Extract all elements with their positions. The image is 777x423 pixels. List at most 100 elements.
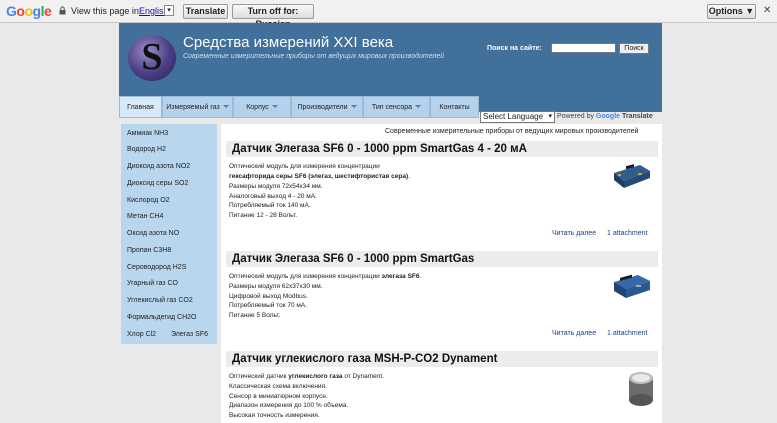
sidebar-item-h2s[interactable]: Сероводород H2S	[127, 264, 186, 271]
article-line-text: Оптический модуль для измерения концентр…	[229, 163, 380, 170]
article-line-text: Размеры модуля 72х54х34 мм.	[229, 183, 323, 190]
article-line-text: Оптический датчик	[229, 373, 289, 380]
article-line-text: Оптический модуль для измерения концентр…	[229, 273, 382, 280]
article-line-tail: .	[408, 173, 410, 180]
language-dropdown-icon[interactable]: ▾	[164, 5, 174, 16]
circuit-module-icon[interactable]	[612, 161, 652, 191]
main-nav: Главная Измеряемый газ Корпус Производит…	[119, 96, 479, 118]
article-line-text: Классическая схема включения.	[229, 383, 327, 390]
sidebar-item-co[interactable]: Угарный газ CO	[127, 280, 178, 287]
article-line-text: Аналоговый выход 4 - 20 мА.	[229, 193, 317, 200]
site-logo-letter: S	[141, 36, 163, 78]
article-title[interactable]: Датчик углекислого газа MSH-P-CO2 Dyname…	[226, 351, 658, 367]
article-line: Оптический модуль для измерения концентр…	[229, 273, 421, 280]
sidebar-item-sf6[interactable]: Элегаз SF6	[171, 331, 208, 338]
sidebar-item-ch2o[interactable]: Формальдегид CH2O	[127, 314, 196, 321]
attachment-link[interactable]: 1 attachment	[607, 230, 647, 237]
article-line: Сенсор в миниатюрном корпусе.	[229, 393, 328, 400]
attachment-link[interactable]: 1 attachment	[607, 330, 647, 337]
sidebar-item-c3h8[interactable]: Пропан C3H8	[127, 247, 171, 254]
lock-icon	[59, 6, 66, 15]
sidebar-item-no[interactable]: Оксид азота NO	[127, 230, 179, 237]
google-logo: Google	[6, 3, 52, 19]
sidebar-item-co2[interactable]: Углекислый газ CO2	[127, 297, 193, 304]
nav-contacts[interactable]: Контакты	[430, 96, 479, 118]
article-line-text: Цифровой выход Modbus.	[229, 293, 308, 300]
article-line-text: Питание 5 Вольт.	[229, 312, 281, 319]
article-line-text: Потребляемый ток 140 мА.	[229, 202, 311, 209]
article-line-text: Диапазон измерения до 100 % объема.	[229, 402, 349, 409]
article-line: Диапазон измерения до 100 % объема.	[229, 402, 348, 409]
article-line: Высокая точность измерения.	[229, 412, 320, 419]
language-select-value: Select Language	[483, 112, 544, 121]
nav-housing[interactable]: Корпус	[233, 96, 291, 118]
translate-button[interactable]: Translate	[183, 4, 228, 19]
article-line-tail: .	[419, 273, 422, 280]
chevron-down-icon	[415, 105, 422, 108]
chevron-down-icon: ▾	[548, 113, 552, 120]
article-line: Потребляемый ток 70 мА.	[229, 302, 307, 309]
article-line: Оптический модуль для измерения концентр…	[229, 163, 380, 170]
content-tagline: Современные измерительные приборы от вед…	[385, 128, 639, 135]
view-page-label: View this page in:	[71, 6, 142, 16]
nav-gas[interactable]: Измеряемый газ	[162, 96, 233, 118]
google-text: Google	[595, 113, 621, 120]
article-line-tail: от Dynament.	[342, 373, 385, 380]
sensor-module-icon[interactable]	[612, 272, 652, 302]
article-line: Питание 5 Вольт.	[229, 312, 280, 319]
translate-text: Translate	[622, 113, 653, 120]
article-line: Оптический датчик углекислого газа от Dy…	[229, 373, 384, 380]
article-line-text: Питание 12 - 28 Вольт.	[229, 212, 298, 219]
chevron-down-icon	[271, 105, 278, 108]
nav-home-label: Главная	[127, 104, 154, 111]
sidebar-item-cl2[interactable]: Хлор Cl2	[127, 331, 156, 338]
sidebar-item-ch4[interactable]: Метан CH4	[127, 213, 163, 220]
translate-bar: Google View this page in: English ▾ Tran…	[0, 0, 777, 29]
article-line: Питание 12 - 28 Вольт.	[229, 212, 297, 219]
options-button[interactable]: Options ▼	[707, 4, 756, 19]
article-line-bold: углекислого газа	[288, 373, 343, 380]
sidebar-item-so2[interactable]: Диоксид серы SO2	[127, 180, 188, 187]
article-line-text: Размеры модуля 62х37х30 мм.	[229, 283, 323, 290]
nav-housing-label: Корпус	[246, 104, 269, 111]
language-select[interactable]: Select Language ▾	[480, 111, 555, 123]
powered-by-google[interactable]: Powered by Google Translate	[557, 113, 653, 120]
search-button[interactable]: Поиск	[619, 43, 649, 54]
search-label: Поиск на сайте:	[487, 45, 542, 52]
chevron-down-icon	[350, 105, 357, 108]
site-subtitle: Современные измерительные приборы от вед…	[183, 53, 445, 60]
nav-sensor-type[interactable]: Тип сенсора	[363, 96, 430, 118]
article-line: Цифровой выход Modbus.	[229, 293, 308, 300]
nav-gas-label: Измеряемый газ	[166, 104, 220, 111]
article-title[interactable]: Датчик Элегаза SF6 0 - 1000 ppm SmartGas…	[226, 141, 658, 157]
read-more-link[interactable]: Читать далее	[552, 230, 596, 237]
nav-contacts-label: Контакты	[439, 104, 470, 111]
nav-manufacturers-label: Производители	[297, 104, 348, 111]
article-line: Размеры модуля 62х37х30 мм.	[229, 283, 323, 290]
article-line: Аналоговый выход 4 - 20 мА.	[229, 193, 317, 200]
article-line-text: Сенсор в миниатюрном корпусе.	[229, 393, 328, 400]
article-line-text: Потребляемый ток 70 мА.	[229, 302, 308, 309]
close-icon[interactable]: ✕	[763, 5, 771, 16]
turn-off-button[interactable]: Turn off for: Russian	[232, 4, 314, 29]
read-more-link[interactable]: Читать далее	[552, 330, 596, 337]
article-title[interactable]: Датчик Элегаза SF6 0 - 1000 ppm SmartGas	[226, 251, 658, 267]
powered-by-text: Powered by	[557, 113, 594, 120]
sidebar-item-no2[interactable]: Диоксид азота NO2	[127, 163, 190, 170]
sidebar-item-o2[interactable]: Кислород O2	[127, 197, 170, 204]
nav-home[interactable]: Главная	[119, 96, 162, 118]
search-input[interactable]	[551, 43, 616, 53]
sidebar-item-nh3[interactable]: Аммиак NH3	[127, 130, 168, 137]
article-line-text: Высокая точность измерения.	[229, 412, 320, 419]
article-line-bold: гексафторида серы SF6 (элегаз, шестифтор…	[229, 173, 409, 180]
article-line-bold: элегаза SF6	[381, 273, 420, 280]
cylindrical-sensor-icon[interactable]	[626, 370, 656, 408]
article-line: Потребляемый ток 140 мА.	[229, 202, 311, 209]
site-title[interactable]: Средства измерений XXI века	[183, 34, 393, 51]
chevron-down-icon	[222, 105, 229, 108]
nav-manufacturers[interactable]: Производители	[291, 96, 363, 118]
article-line: Классическая схема включения.	[229, 383, 327, 390]
sidebar-item-h2[interactable]: Водород H2	[127, 146, 166, 153]
article-line: гексафторида серы SF6 (элегаз, шестифтор…	[229, 173, 410, 180]
nav-sensor-type-label: Тип сенсора	[371, 104, 413, 111]
